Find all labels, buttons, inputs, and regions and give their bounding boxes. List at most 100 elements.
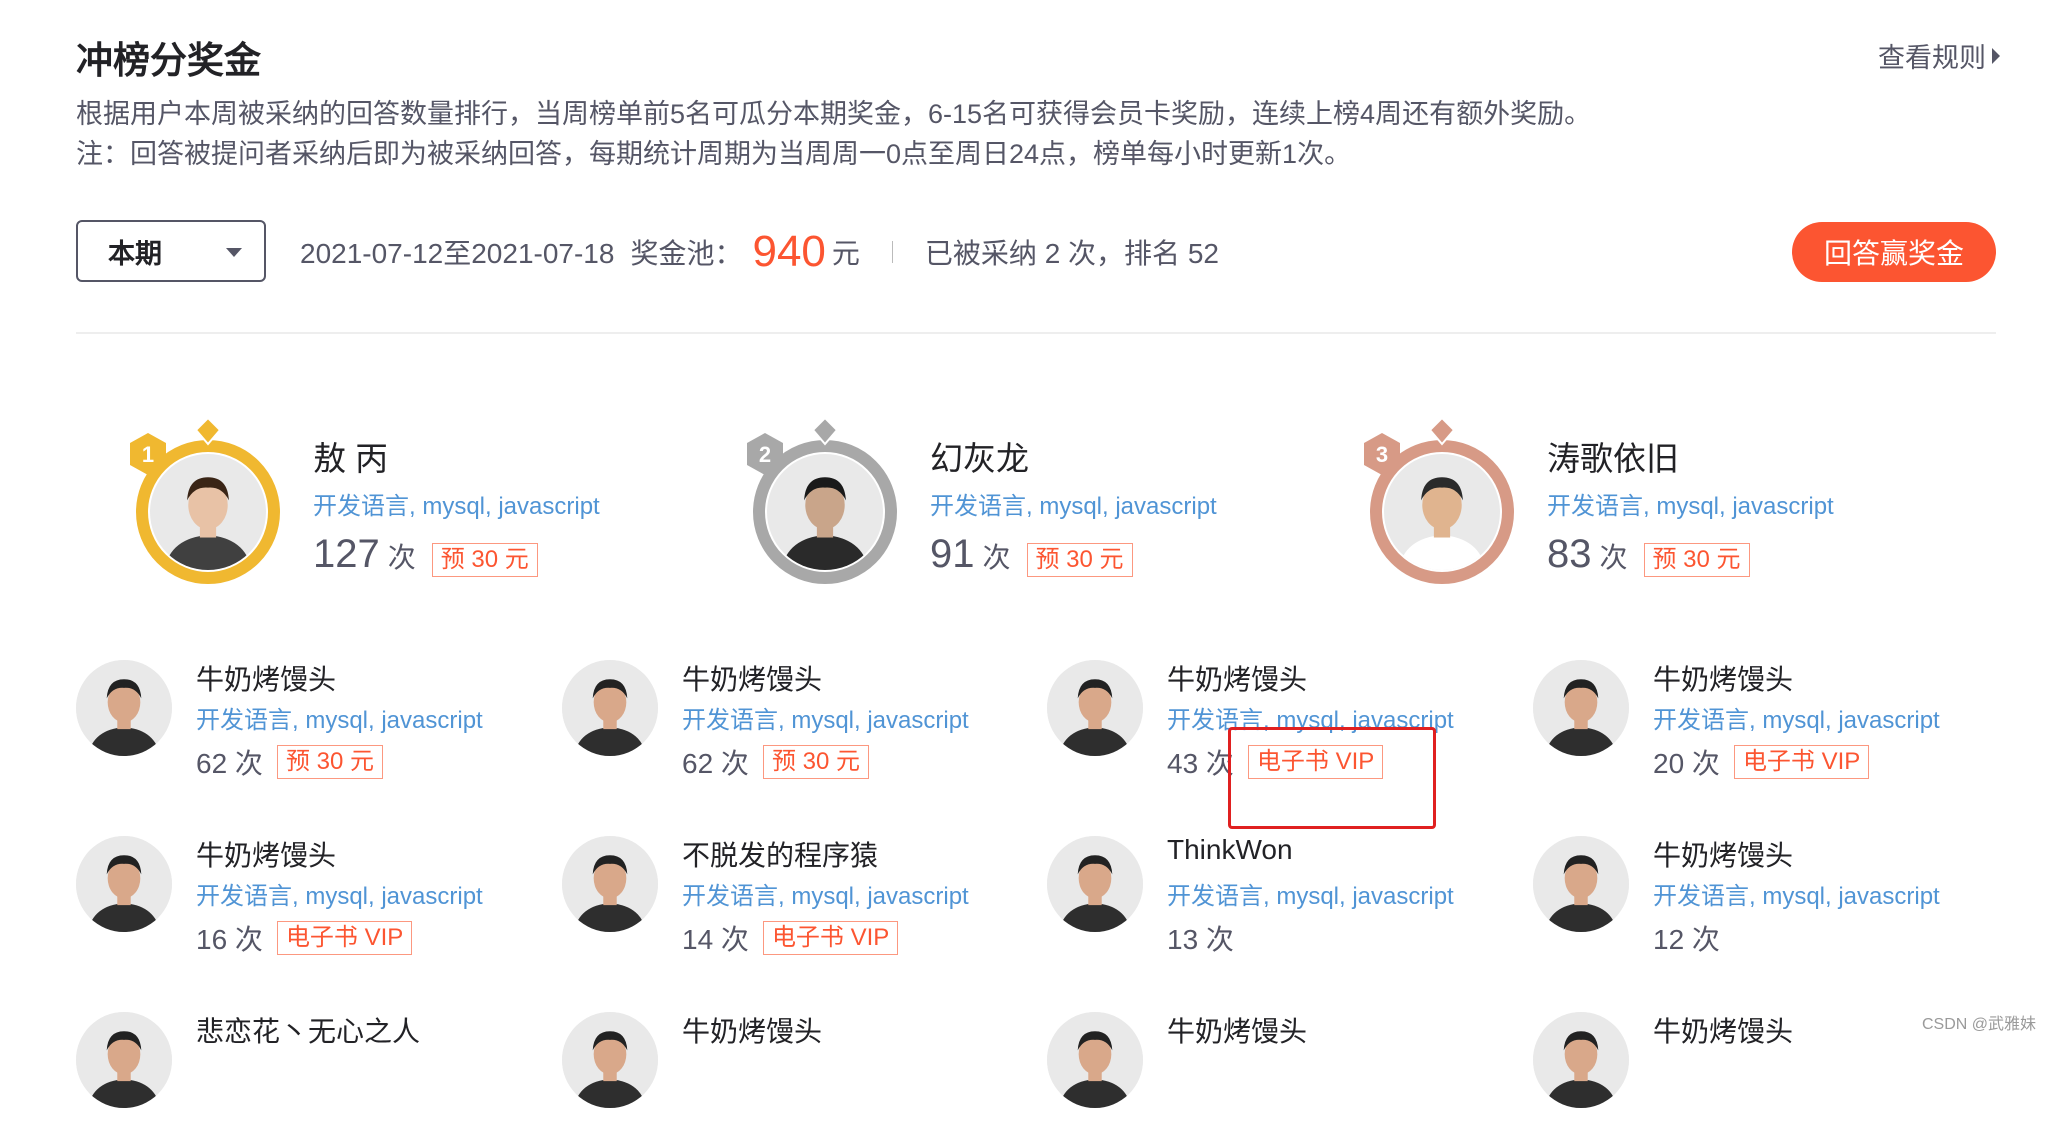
period-select[interactable]: 本期 <box>76 220 266 282</box>
avatar <box>1533 660 1629 756</box>
user-stats: 13 次 <box>1167 918 1454 958</box>
accepted-count: 14 次 <box>682 924 749 955</box>
list-item[interactable]: 不脱发的程序猿开发语言, mysql, javascript 14 次电子书 VI… <box>562 836 1022 956</box>
view-rules-link[interactable]: 查看规则 <box>1878 36 2000 75</box>
accepted-count: 91 <box>930 532 975 576</box>
top-user-card[interactable]: 1 敖 丙开发语言, mysql, javascript 127 次预 30 元 <box>128 410 728 584</box>
user-info: 牛奶烤馒头 <box>1167 1010 1307 1048</box>
crown-icon <box>194 416 222 446</box>
accepted-count: 62 次 <box>196 748 263 779</box>
user-name[interactable]: 牛奶烤馒头 <box>1167 1010 1307 1048</box>
user-name[interactable]: 涛歌依旧 <box>1547 432 1834 477</box>
user-name[interactable]: 敖 丙 <box>313 432 600 477</box>
user-name[interactable]: 不脱发的程序猿 <box>682 834 969 872</box>
accepted-count: 20 次 <box>1653 748 1720 779</box>
accepted-count: 62 次 <box>682 748 749 779</box>
reward-badge: 预 30 元 <box>1643 543 1750 577</box>
pool-unit: 元 <box>831 238 860 269</box>
list-item[interactable]: 牛奶烤馒头 开发语言, mysql, javascript 16 次电子书 VIP <box>76 836 536 956</box>
avatar <box>562 836 658 932</box>
user-stats: 62 次预 30 元 <box>682 742 969 782</box>
pool-amount: 940 <box>752 227 826 276</box>
user-stats: 12 次 <box>1653 918 1940 958</box>
user-tags: 开发语言, mysql, javascript <box>682 883 969 910</box>
user-name[interactable]: 牛奶烤馒头 <box>1167 658 1454 696</box>
user-name[interactable]: 牛奶烤馒头 <box>1653 1010 1793 1048</box>
crown-icon <box>1428 416 1456 446</box>
answer-win-bonus-button[interactable]: 回答赢奖金 <box>1792 222 1996 282</box>
highlight-box <box>1228 727 1436 829</box>
user-name[interactable]: 牛奶烤馒头 <box>1653 658 1940 696</box>
chevron-right-icon <box>1992 47 2000 64</box>
accepted-count: 83 <box>1547 532 1592 576</box>
user-tags: 开发语言, mysql, javascript <box>930 493 1217 520</box>
top-user-info: 敖 丙开发语言, mysql, javascript 127 次预 30 元 <box>313 432 600 577</box>
accepted-count: 127 <box>313 532 380 576</box>
reward-badge: 电子书 VIP <box>276 921 413 955</box>
watermark: CSDN @武雅妹 <box>1921 1016 2036 1033</box>
count-unit: 次 <box>387 542 416 573</box>
user-tags: 开发语言, mysql, javascript <box>1547 493 1834 520</box>
period-select-value: 本期 <box>108 238 162 269</box>
user-name[interactable]: ThinkWon <box>1167 834 1454 872</box>
user-info: 牛奶烤馒头 开发语言, mysql, javascript 12 次 <box>1653 834 1940 958</box>
avatar <box>1533 1012 1629 1108</box>
pool-label: 奖金池： <box>630 238 743 269</box>
reward-badge: 电子书 VIP <box>762 921 899 955</box>
rank-number: 3 <box>1376 442 1388 467</box>
crown-icon <box>811 416 839 446</box>
user-name[interactable]: 牛奶烤馒头 <box>1653 834 1940 872</box>
list-item[interactable]: 牛奶烤馒头 <box>1047 1012 1507 1132</box>
avatar <box>1533 836 1629 932</box>
reward-badge: 预 30 元 <box>431 543 538 577</box>
user-info: 牛奶烤馒头开发语言, mysql, javascript 62 次预 30 元 <box>682 658 969 782</box>
user-tags: 开发语言, mysql, javascript <box>313 493 600 520</box>
accepted-count: 12 次 <box>1653 924 1720 955</box>
my-status: 已被采纳 2 次，排名 52 <box>924 238 1219 269</box>
avatar <box>562 1012 658 1108</box>
user-tags: 开发语言, mysql, javascript <box>682 707 969 734</box>
list-item[interactable]: 牛奶烤馒头开发语言, mysql, javascript 62 次预 30 元 <box>76 660 536 780</box>
list-item[interactable]: 牛奶烤馒头开发语言, mysql, javascript 62 次预 30 元 <box>562 660 1022 780</box>
avatar <box>1047 836 1143 932</box>
user-stats: 127 次预 30 元 <box>313 532 600 577</box>
user-stats: 62 次预 30 元 <box>196 742 483 782</box>
page-title: 冲榜分奖金 <box>76 40 261 81</box>
description-line-1: 根据用户本周被采纳的回答数量排行，当周榜单前5名可瓜分本期奖金，6-15名可获得… <box>76 99 1592 129</box>
user-info: ThinkWon 开发语言, mysql, javascript 13 次 <box>1167 834 1454 958</box>
count-unit: 次 <box>1599 542 1628 573</box>
reward-badge: 预 30 元 <box>762 745 869 779</box>
user-name[interactable]: 牛奶烤馒头 <box>196 658 483 696</box>
rank-badge-icon: 2 <box>747 433 783 475</box>
reward-badge: 电子书 VIP <box>1733 745 1870 779</box>
user-name[interactable]: 悲恋花丶无心之人 <box>196 1010 420 1048</box>
avatar <box>76 1012 172 1108</box>
accepted-count: 43 次 <box>1167 748 1234 779</box>
list-item[interactable]: 牛奶烤馒头开发语言, mysql, javascript 20 次电子书 VIP <box>1533 660 1993 780</box>
rank-medal: 2 <box>745 410 905 585</box>
user-name[interactable]: 幻灰龙 <box>930 432 1217 477</box>
accepted-count: 16 次 <box>196 924 263 955</box>
user-name[interactable]: 牛奶烤馒头 <box>196 834 483 872</box>
rank-medal: 3 <box>1362 410 1522 585</box>
chevron-down-icon <box>226 248 242 257</box>
list-item[interactable]: 悲恋花丶无心之人 <box>76 1012 536 1132</box>
avatar <box>76 836 172 932</box>
list-item[interactable]: ThinkWon 开发语言, mysql, javascript 13 次 <box>1047 834 1507 958</box>
list-item[interactable]: 牛奶烤馒头 开发语言, mysql, javascript 12 次 <box>1533 836 1993 956</box>
user-stats: 83 次预 30 元 <box>1547 532 1834 577</box>
user-tags: 开发语言, mysql, javascript <box>196 707 483 734</box>
top-user-card[interactable]: 3 涛歌依旧开发语言, mysql, javascript 83 次预 30 元 <box>1362 410 1962 584</box>
count-unit: 次 <box>982 542 1011 573</box>
list-item[interactable]: 牛奶烤馒头 <box>562 1012 1022 1132</box>
top-user-card[interactable]: 2 幻灰龙 开发语言, mysql, javascript 91 次预 30 元 <box>745 410 1345 584</box>
avatar <box>1047 1012 1143 1108</box>
top-user-info: 幻灰龙 开发语言, mysql, javascript 91 次预 30 元 <box>930 432 1217 577</box>
user-name[interactable]: 牛奶烤馒头 <box>682 658 969 696</box>
description: 根据用户本周被采纳的回答数量排行，当周榜单前5名可瓜分本期奖金，6-15名可获得… <box>76 94 1591 174</box>
user-tags: 开发语言, mysql, javascript <box>1653 707 1940 734</box>
avatar <box>1047 660 1143 756</box>
rank-badge-icon: 1 <box>130 433 166 475</box>
user-name[interactable]: 牛奶烤馒头 <box>682 1010 822 1048</box>
date-range: 2021-07-12至2021-07-18 <box>300 238 615 269</box>
